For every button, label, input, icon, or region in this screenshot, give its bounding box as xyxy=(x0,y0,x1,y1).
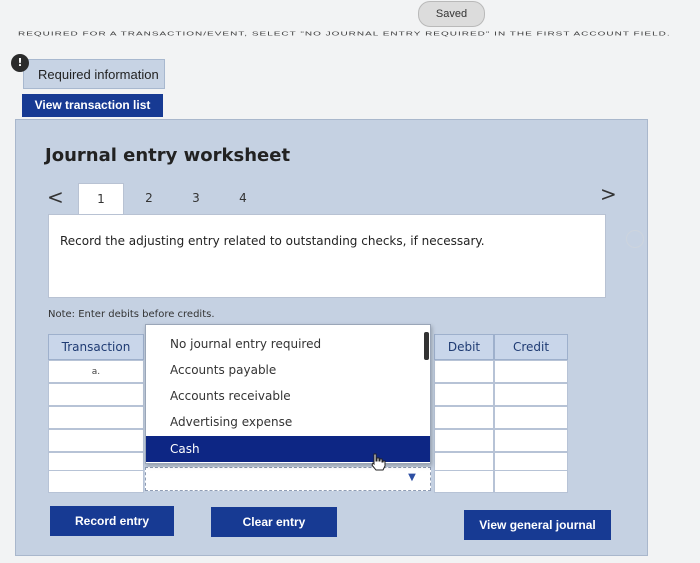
account-select-field[interactable] xyxy=(145,467,431,491)
required-information-label: Required information xyxy=(38,67,159,82)
transaction-cell[interactable] xyxy=(48,470,144,493)
dropdown-option[interactable]: Advertising expense xyxy=(146,409,430,435)
dropdown-option[interactable]: No journal entry required xyxy=(146,331,430,357)
alert-icon: ! xyxy=(11,54,29,72)
edge-circle-icon xyxy=(626,230,644,248)
debit-cell[interactable] xyxy=(434,360,494,383)
dropdown-scrollbar[interactable] xyxy=(424,332,429,360)
transaction-cell[interactable] xyxy=(48,429,144,452)
required-information-tab[interactable]: Required information xyxy=(23,59,165,89)
account-dropdown-list: No journal entry required Accounts payab… xyxy=(145,324,431,464)
note-text: Note: Enter debits before credits. xyxy=(48,309,215,320)
credit-column-header: Credit xyxy=(494,334,568,360)
credit-cell[interactable] xyxy=(494,470,568,493)
debit-cell[interactable] xyxy=(434,406,494,429)
clear-entry-button[interactable]: Clear entry xyxy=(211,507,337,537)
credit-cell[interactable] xyxy=(494,360,568,383)
worksheet-title: Journal entry worksheet xyxy=(45,145,291,166)
credit-cell[interactable] xyxy=(494,429,568,452)
tab-3[interactable]: 3 xyxy=(173,183,219,217)
debit-cell[interactable] xyxy=(434,470,494,493)
debit-column-header: Debit xyxy=(434,334,494,360)
previous-page-icon[interactable]: < xyxy=(47,185,64,209)
dropdown-option[interactable]: Accounts payable xyxy=(146,357,430,383)
debit-cell[interactable] xyxy=(434,429,494,452)
prompt-box xyxy=(48,214,606,298)
transaction-column-header: Transaction xyxy=(48,334,144,360)
view-transaction-list-button[interactable]: View transaction list xyxy=(22,94,163,117)
instruction-text: required for a transaction/event, select… xyxy=(18,31,671,38)
dropdown-option[interactable]: Accounts receivable xyxy=(146,383,430,409)
transaction-cell[interactable]: a. xyxy=(48,360,144,383)
transaction-cell[interactable] xyxy=(48,383,144,406)
hand-cursor-icon xyxy=(371,453,386,471)
tab-2[interactable]: 2 xyxy=(126,183,172,217)
debit-cell[interactable] xyxy=(434,383,494,406)
credit-cell[interactable] xyxy=(494,406,568,429)
credit-cell[interactable] xyxy=(494,383,568,406)
chevron-down-icon[interactable]: ▼ xyxy=(405,471,419,485)
tab-1[interactable]: 1 xyxy=(78,183,124,217)
record-entry-button[interactable]: Record entry xyxy=(50,506,174,536)
next-page-icon[interactable]: > xyxy=(600,182,617,206)
prompt-text: Record the adjusting entry related to ou… xyxy=(60,234,485,248)
saved-status-badge: Saved xyxy=(418,1,485,27)
view-general-journal-button[interactable]: View general journal xyxy=(464,510,611,540)
tab-4[interactable]: 4 xyxy=(220,183,266,217)
transaction-cell[interactable] xyxy=(48,406,144,429)
